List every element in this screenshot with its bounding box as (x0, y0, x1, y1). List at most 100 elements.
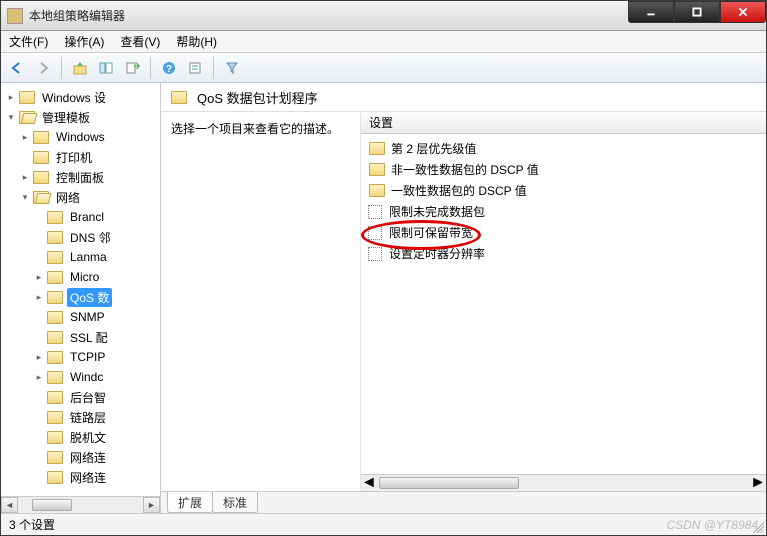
window-title: 本地组策略编辑器 (29, 7, 125, 24)
tree-item[interactable]: 脱机文 (31, 427, 160, 447)
content-header: QoS 数据包计划程序 (161, 83, 766, 111)
tree-item[interactable]: 后台智 (31, 387, 160, 407)
folder-icon (369, 163, 385, 176)
tree-item[interactable]: ▸控制面板 (17, 167, 160, 187)
folder-icon (369, 142, 385, 155)
scroll-left-arrow[interactable]: ◄ (361, 474, 377, 492)
status-bar: 3 个设置 CSDN @YT8984 (1, 513, 766, 535)
tree-item-label: QoS 数 (67, 288, 112, 307)
tree-item[interactable]: DNS 邻 (31, 227, 160, 247)
title-bar[interactable]: 本地组策略编辑器 (1, 1, 766, 31)
scroll-thumb[interactable] (379, 477, 519, 489)
folder-icon (47, 351, 63, 364)
svg-text:?: ? (166, 64, 172, 75)
view-tabs: 扩展 标准 (161, 491, 766, 513)
list-folder-item[interactable]: 非一致性数据包的 DSCP 值 (363, 159, 764, 180)
policy-setting-icon (367, 226, 383, 240)
toolbar-separator (150, 57, 151, 79)
tree-item-label: 网络连 (67, 468, 109, 487)
tree-item[interactable]: ▸TCPIP (31, 347, 160, 367)
expand-icon[interactable]: ▸ (19, 171, 31, 183)
filter-button[interactable] (220, 56, 244, 80)
list-horizontal-scrollbar[interactable]: ◄ ► (361, 474, 766, 491)
resize-grip[interactable] (750, 519, 764, 533)
app-window: 本地组策略编辑器 文件(F) 操作(A) 查看(V) 帮助(H) ? (0, 0, 767, 536)
expand-icon[interactable]: ▸ (5, 91, 17, 103)
scroll-track[interactable] (377, 475, 750, 491)
description-column: 选择一个项目来查看它的描述。 (161, 112, 361, 491)
settings-list-column: 设置 第 2 层优先级值非一致性数据包的 DSCP 值一致性数据包的 DSCP … (361, 112, 766, 491)
tree-item[interactable]: SSL 配 (31, 327, 160, 347)
folder-icon (171, 91, 187, 104)
settings-list-header[interactable]: 设置 (361, 112, 766, 134)
tree-item-label: 脱机文 (67, 428, 109, 447)
scroll-left-arrow[interactable]: ◄ (1, 497, 18, 513)
maximize-button[interactable] (674, 1, 720, 23)
minimize-button[interactable] (628, 1, 674, 23)
tree-item[interactable]: ▸ Windows (17, 127, 160, 147)
expand-icon[interactable]: ▸ (19, 131, 31, 143)
folder-icon (369, 184, 385, 197)
watermark: CSDN @YT8984 (666, 518, 758, 532)
tree-item[interactable]: 网络连 (31, 447, 160, 467)
expand-icon[interactable]: ▸ (33, 271, 45, 283)
tree-item[interactable]: Brancl (31, 207, 160, 227)
tree-item-label: 网络连 (67, 448, 109, 467)
list-folder-item[interactable]: 第 2 层优先级值 (363, 138, 764, 159)
show-hide-tree-button[interactable] (94, 56, 118, 80)
help-button[interactable]: ? (157, 56, 181, 80)
tree-horizontal-scrollbar[interactable]: ◄ ► (1, 496, 160, 513)
tree-item-label: SNMP (67, 309, 108, 325)
tree-item[interactable]: ▾ 网络 (17, 187, 160, 207)
tree-item[interactable]: ▾ 管理模板 (3, 107, 160, 127)
export-list-button[interactable] (120, 56, 144, 80)
scroll-right-arrow[interactable]: ► (750, 474, 766, 492)
toolbar-separator (61, 57, 62, 79)
tree-item[interactable]: 网络连 (31, 467, 160, 487)
tree-item-label: DNS 邻 (67, 228, 114, 247)
list-folder-item[interactable]: 一致性数据包的 DSCP 值 (363, 180, 764, 201)
tree-item[interactable]: 打印机 (17, 147, 160, 167)
tree-item[interactable]: Lanma (31, 247, 160, 267)
folder-icon (33, 131, 49, 144)
collapse-icon[interactable]: ▾ (5, 111, 17, 123)
scroll-track[interactable] (18, 497, 143, 513)
tree-item[interactable]: ▸ QoS 数 (31, 287, 160, 307)
menu-view[interactable]: 查看(V) (112, 31, 168, 53)
tab-standard[interactable]: 标准 (212, 492, 258, 513)
folder-icon (47, 471, 63, 484)
tree-item-label: Windc (67, 369, 106, 385)
tree-pane: ▸Windows 设 ▾ 管理模板 ▸ Windows 打印机▸控制面板 ▾ 网络Brancl… (1, 83, 161, 513)
list-setting-item[interactable]: 限制未完成数据包 (363, 201, 764, 222)
list-setting-item[interactable]: 设置定时器分辨率 (363, 243, 764, 264)
list-setting-item[interactable]: 限制可保留带宽 (363, 222, 764, 243)
forward-button[interactable] (31, 56, 55, 80)
up-level-button[interactable] (68, 56, 92, 80)
settings-list[interactable]: 第 2 层优先级值非一致性数据包的 DSCP 值一致性数据包的 DSCP 值限制… (361, 134, 766, 474)
nav-tree[interactable]: ▸Windows 设 ▾ 管理模板 ▸ Windows 打印机▸控制面板 ▾ 网络Brancl… (1, 83, 160, 496)
tab-extended[interactable]: 扩展 (167, 492, 213, 513)
folder-icon (47, 391, 63, 404)
close-button[interactable] (720, 1, 766, 23)
folder-icon (47, 431, 63, 444)
tree-item-label: Windows (53, 129, 108, 145)
folder-icon (47, 371, 63, 384)
back-button[interactable] (5, 56, 29, 80)
tree-item[interactable]: ▸Micro (31, 267, 160, 287)
tree-item[interactable]: SNMP (31, 307, 160, 327)
tree-item[interactable]: 链路层 (31, 407, 160, 427)
tree-item[interactable]: ▸ Windc (31, 367, 160, 387)
menu-file[interactable]: 文件(F) (1, 31, 56, 53)
collapse-icon[interactable]: ▾ (19, 191, 31, 203)
tree-item-label: 网络 (53, 188, 83, 207)
scroll-right-arrow[interactable]: ► (143, 497, 160, 513)
scroll-thumb[interactable] (32, 499, 72, 511)
expand-icon[interactable]: ▸ (33, 291, 45, 303)
properties-button[interactable] (183, 56, 207, 80)
menu-action[interactable]: 操作(A) (56, 31, 112, 53)
expand-icon[interactable]: ▸ (33, 371, 45, 383)
menu-help[interactable]: 帮助(H) (168, 31, 225, 53)
tree-item-label: 管理模板 (39, 108, 93, 127)
expand-icon[interactable]: ▸ (33, 351, 45, 363)
tree-item[interactable]: ▸Windows 设 (3, 87, 160, 107)
